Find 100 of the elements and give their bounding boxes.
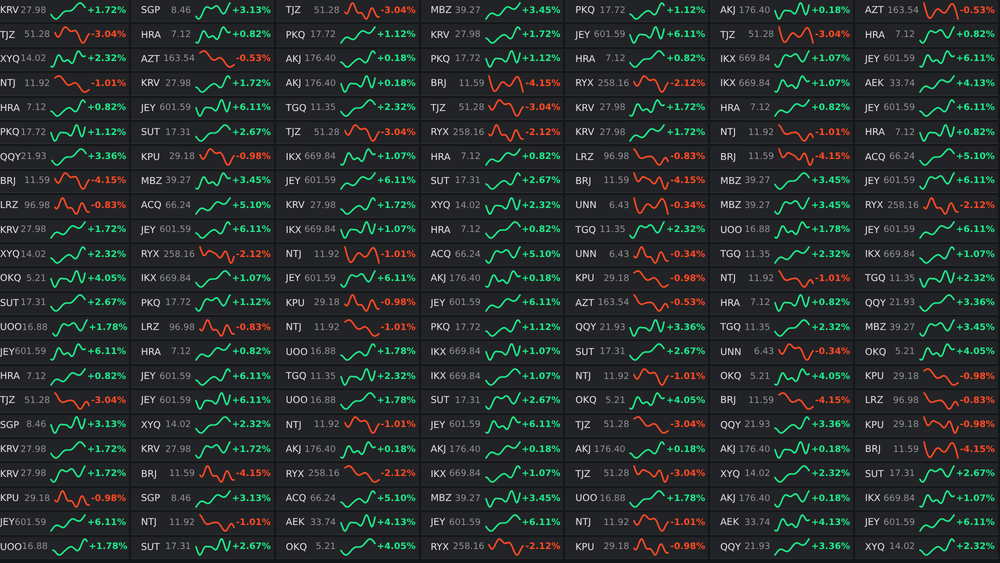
percent-change: +4.05%	[376, 542, 416, 552]
price: 51.28	[23, 396, 50, 406]
ticker-symbol: NTJ	[286, 322, 303, 334]
price: 601.59	[304, 176, 336, 186]
ticker-symbol: JEY	[864, 102, 881, 114]
price: 5.21	[604, 396, 626, 406]
ticker-symbol: OKQ	[720, 371, 742, 382]
percent-change: +1.72%	[232, 78, 271, 89]
ticker-symbol: AKJ	[286, 444, 302, 456]
percent-change: +6.11%	[232, 103, 271, 114]
price: 601.59	[160, 103, 192, 114]
price: 11.35	[309, 103, 336, 114]
price: 176.40	[449, 444, 481, 455]
percent-change: +2.32%	[811, 250, 850, 260]
ticker-symbol: NTJ	[0, 78, 17, 90]
percent-change: +6.11%	[522, 420, 560, 430]
ticker-symbol: JEY	[864, 54, 881, 65]
price: 258.16	[452, 542, 484, 552]
percent-change: +1.12%	[232, 298, 271, 308]
ticker-symbol: UNN	[575, 249, 598, 260]
percent-change: +1.07%	[376, 152, 416, 162]
price: 11.59	[892, 444, 919, 455]
ticker-symbol: UNN	[575, 200, 598, 212]
ticker-symbol: TGQ	[720, 249, 742, 260]
percent-change: -3.04%	[670, 469, 706, 480]
percent-change: +0.82%	[522, 152, 560, 162]
price: 27.98	[20, 6, 46, 16]
ticker-symbol: KRV	[575, 102, 596, 114]
price: 11.92	[747, 128, 774, 138]
price: 11.35	[598, 225, 626, 236]
ticker-symbol: RYX	[430, 127, 450, 138]
ticker-symbol: JEY	[141, 224, 157, 236]
price: 27.98	[309, 200, 336, 211]
price: 17.31	[598, 347, 626, 358]
ticker-symbol: AZT	[141, 54, 161, 65]
ticker-symbol: MBZ	[430, 493, 452, 504]
ticker-symbol: SGP	[0, 420, 20, 431]
ticker-symbol: HRA	[720, 102, 742, 114]
price: 29.18	[602, 274, 630, 284]
percent-change: +1.12%	[376, 30, 416, 40]
percent-change: +1.72%	[376, 200, 416, 211]
ticker-symbol: PKQ	[575, 5, 596, 16]
price: 51.28	[747, 30, 774, 40]
ticker-symbol: ACQ	[430, 249, 452, 260]
price: 27.98	[598, 128, 626, 138]
percent-change: +2.32%	[87, 54, 126, 64]
percent-change: -0.34%	[670, 250, 706, 260]
percent-change: +6.11%	[956, 103, 995, 114]
percent-change: -1.01%	[380, 420, 416, 430]
percent-change: +6.11%	[956, 54, 995, 64]
percent-change: +0.18%	[811, 444, 850, 455]
price: 176.40	[304, 78, 336, 89]
ticker-symbol: IKX	[141, 273, 158, 284]
price: 176.40	[304, 54, 336, 64]
ticker-symbol: NTJ	[141, 517, 158, 528]
price: 7.12	[170, 347, 192, 358]
price: 17.31	[164, 128, 192, 138]
ticker-symbol: IKX	[286, 224, 302, 236]
ticker-symbol: PKQ	[0, 127, 20, 138]
percent-change: +1.07%	[956, 250, 995, 260]
price: 7.12	[749, 298, 770, 308]
ticker-symbol: XYQ	[0, 54, 20, 65]
percent-change: +3.36%	[88, 152, 126, 162]
price: 17.31	[20, 298, 46, 308]
ticker-symbol: RYX	[141, 249, 160, 260]
ticker-symbol: KPU	[575, 273, 596, 284]
price: 5.21	[894, 347, 916, 358]
price: 601.59	[449, 518, 481, 528]
price: 27.98	[164, 444, 192, 455]
percent-change: +1.07%	[376, 225, 416, 236]
ticker-symbol: TGQ	[864, 273, 886, 284]
ticker-symbol: BRJ	[141, 468, 158, 480]
price: 14.02	[888, 542, 916, 552]
ticker-symbol: KRV	[141, 78, 161, 90]
percent-change: +1.07%	[522, 469, 560, 480]
ticker-symbol: MBZ	[720, 176, 742, 187]
ticker-symbol: JEY	[141, 102, 157, 114]
percent-change: +2.32%	[522, 200, 560, 211]
percent-change: -0.34%	[815, 347, 850, 358]
price: 14.02	[454, 200, 481, 211]
price: 669.84	[884, 494, 916, 504]
percent-change: -0.98%	[670, 542, 706, 552]
ticker-symbol: KPU	[864, 371, 885, 382]
percent-change: +5.10%	[956, 152, 995, 162]
price: 33.74	[743, 518, 770, 528]
price: 17.31	[164, 542, 192, 552]
ticker-symbol: QQY	[720, 420, 742, 431]
percent-change: -3.04%	[525, 103, 560, 114]
price: 29.18	[892, 420, 919, 430]
ticker-symbol: MBZ	[864, 322, 886, 334]
percent-change: +5.10%	[522, 250, 560, 260]
percent-change: +0.82%	[232, 347, 271, 358]
percent-change: -4.15%	[670, 176, 706, 186]
price: 11.35	[743, 322, 770, 333]
price: 14.02	[20, 54, 46, 64]
percent-change: +2.67%	[232, 542, 271, 552]
price: 669.84	[738, 54, 770, 64]
ticker-symbol: TJZ	[0, 30, 16, 41]
ticker-symbol: JEY	[286, 273, 302, 284]
ticker-symbol: IKX	[430, 468, 448, 480]
